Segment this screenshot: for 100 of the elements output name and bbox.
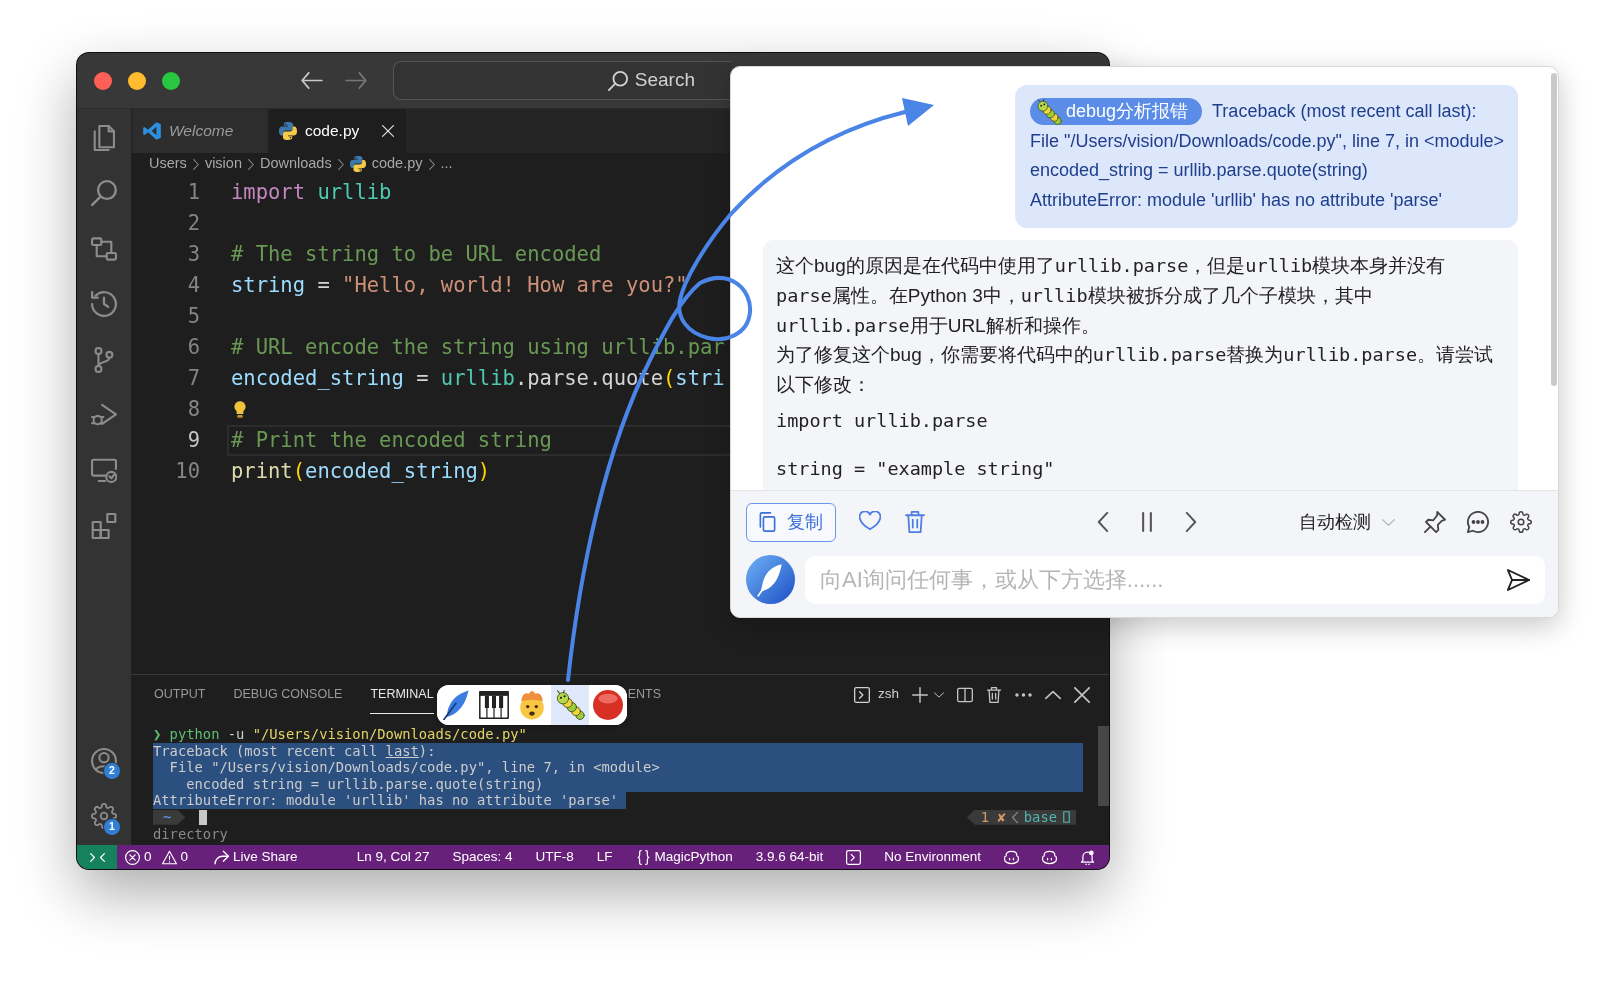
encoding[interactable]: UTF-8 bbox=[535, 846, 574, 868]
error-icon bbox=[125, 849, 140, 865]
search-icon bbox=[607, 70, 628, 91]
bell-icon[interactable] bbox=[1080, 849, 1095, 865]
breadcrumb-item[interactable]: Downloads bbox=[259, 153, 332, 175]
code-line: # The string to be URL encoded bbox=[231, 240, 602, 268]
back-arrow-icon[interactable] bbox=[301, 72, 323, 89]
interpreter-version[interactable]: 3.9.6 64-bit bbox=[755, 846, 824, 868]
editor-tab[interactable]: code.py bbox=[269, 109, 406, 153]
history-icon[interactable] bbox=[91, 291, 117, 318]
piano-keys-icon bbox=[478, 689, 509, 720]
settings-icon[interactable] bbox=[91, 803, 117, 830]
prompt-directory: ~ bbox=[153, 809, 186, 825]
lightbulb-icon[interactable] bbox=[234, 401, 246, 419]
text-cursor bbox=[199, 809, 208, 825]
pin-icon[interactable] bbox=[1424, 511, 1446, 533]
chevron-right-icon bbox=[247, 158, 254, 170]
language-dropdown[interactable]: 自动检测 bbox=[1299, 508, 1395, 536]
ellipsis-icon[interactable] bbox=[1015, 692, 1032, 697]
shortcut-button[interactable] bbox=[588, 684, 627, 725]
share-arrow-icon bbox=[214, 849, 230, 865]
live-share-button[interactable]: Live Share bbox=[214, 846, 298, 868]
warning-icon bbox=[161, 849, 177, 865]
bot-icon[interactable] bbox=[1042, 849, 1057, 865]
code-line: # Print the encoded string bbox=[231, 427, 552, 455]
send-icon[interactable] bbox=[1507, 568, 1530, 591]
command-center-search[interactable]: Search bbox=[393, 61, 731, 100]
minimize-window-button[interactable] bbox=[128, 71, 146, 90]
app-logo-icon bbox=[143, 122, 161, 140]
heart-icon[interactable] bbox=[859, 511, 881, 533]
hierarchy-icon[interactable] bbox=[91, 235, 117, 262]
errors-button[interactable]: 0 bbox=[125, 846, 152, 868]
environment-status[interactable]: No Environment bbox=[884, 846, 981, 868]
environment-name: base bbox=[1023, 808, 1057, 826]
search-icon[interactable] bbox=[91, 180, 117, 207]
breadcrumb-item[interactable]: vision bbox=[204, 153, 242, 175]
python-file-icon bbox=[349, 156, 366, 172]
terminal-line: ❯ python -u "/Users/vision/Downloads/code.py" bbox=[153, 726, 527, 743]
feather-logo-icon bbox=[746, 555, 795, 604]
panel-tab[interactable]: ENTS bbox=[627, 675, 661, 714]
ask-input[interactable]: 向AI询问任何事，或从下方选择...... bbox=[805, 555, 1545, 604]
breadcrumb-item[interactable]: ... bbox=[440, 153, 453, 175]
chat-bubble-icon[interactable] bbox=[1467, 511, 1489, 533]
count-badge: 2 bbox=[103, 762, 121, 780]
shortcut-button[interactable] bbox=[436, 684, 475, 725]
copy-button[interactable]: 复制 bbox=[746, 502, 836, 542]
line-ending[interactable]: LF bbox=[596, 846, 613, 868]
caterpillar-icon bbox=[1036, 98, 1062, 125]
message-line: Traceback (most recent call last): bbox=[1212, 100, 1477, 123]
cursor-position[interactable]: Ln 9, Col 27 bbox=[356, 846, 430, 868]
chevron-down-icon bbox=[1382, 518, 1395, 526]
close-window-button[interactable] bbox=[94, 71, 112, 90]
message-line: AttributeError: module 'urllib' has no attribute 'parse' bbox=[1030, 189, 1442, 210]
caterpillar-icon bbox=[554, 689, 585, 720]
chevron-right-icon[interactable] bbox=[1185, 512, 1197, 532]
disc-icon bbox=[592, 689, 623, 720]
terminal-selector[interactable]: zsh bbox=[854, 684, 899, 705]
chevron-left-icon[interactable] bbox=[1097, 512, 1109, 532]
trash-icon[interactable] bbox=[986, 686, 1002, 703]
terminal-line: directory bbox=[153, 825, 228, 843]
panel-tab[interactable]: TERMINAL bbox=[370, 675, 434, 714]
close-icon[interactable] bbox=[1074, 686, 1090, 703]
close-icon[interactable] bbox=[382, 125, 394, 137]
count-badge: 1 bbox=[103, 817, 121, 836]
account-icon[interactable] bbox=[91, 747, 117, 774]
copy-icon bbox=[759, 512, 776, 532]
warnings-button[interactable]: 0 bbox=[161, 846, 189, 868]
settings-icon[interactable] bbox=[1510, 511, 1532, 533]
extensions-icon[interactable] bbox=[91, 513, 117, 540]
maximize-window-button[interactable] bbox=[162, 71, 180, 90]
breadcrumb-item[interactable]: Users bbox=[149, 153, 187, 175]
chevron-right-icon bbox=[337, 158, 344, 170]
forward-arrow-icon[interactable] bbox=[345, 72, 367, 89]
pause-icon[interactable] bbox=[1141, 512, 1153, 532]
line-number: 6 bbox=[186, 333, 200, 361]
remote-button[interactable] bbox=[77, 845, 117, 869]
exit-status: 1 ✘ bbox=[980, 808, 1006, 826]
shortcut-button[interactable] bbox=[512, 684, 551, 725]
plus-icon[interactable] bbox=[912, 686, 928, 703]
language-mode[interactable]: MagicPython bbox=[635, 846, 733, 868]
terminal-box-icon[interactable] bbox=[846, 849, 862, 865]
code-line: import urllib bbox=[231, 178, 392, 206]
panel-tab[interactable]: DEBUG CONSOLE bbox=[233, 675, 343, 714]
shortcut-button[interactable] bbox=[550, 684, 589, 725]
remote-monitor-icon[interactable] bbox=[91, 457, 117, 484]
indentation[interactable]: Spaces: 4 bbox=[452, 846, 513, 868]
terminal-box-icon bbox=[854, 686, 870, 703]
breadcrumb-item[interactable]: code.py bbox=[349, 153, 423, 175]
code-snippet: import urllib.parse string = "example string" bbox=[776, 409, 1056, 482]
bot-icon[interactable] bbox=[1004, 849, 1019, 865]
tag-label: debug分析报错 bbox=[1066, 100, 1189, 124]
empty-box-icon bbox=[1063, 811, 1070, 824]
split-icon[interactable] bbox=[957, 686, 973, 703]
panel-tab[interactable]: OUTPUT bbox=[154, 675, 206, 714]
message-line: encoded_string = urllib.parse.quote(string) bbox=[1030, 160, 1368, 181]
editor-tab[interactable]: Welcome bbox=[133, 109, 267, 153]
chevron-left-icon bbox=[1011, 810, 1018, 824]
chevron-down-icon[interactable] bbox=[934, 691, 944, 698]
files-icon[interactable] bbox=[91, 124, 117, 151]
reply-paragraph: 为了修复这个bug，你需要将代码中的urllib.parse替换为urllib.parse。请尝试以下修改： bbox=[776, 343, 1494, 397]
